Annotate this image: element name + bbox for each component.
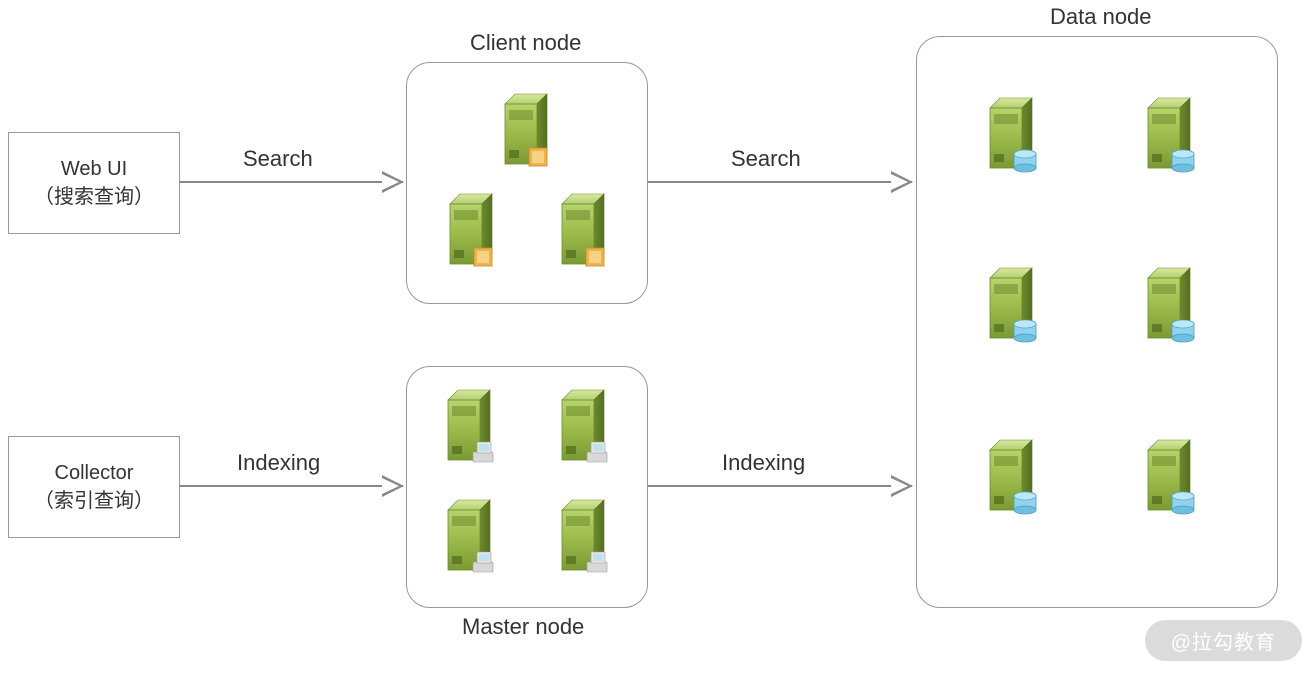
server-master-icon [438,498,500,578]
web-ui-title: Web UI [61,155,127,183]
arrow-search-2-label: Search [731,146,801,172]
web-ui-subtitle: （搜索查询） [34,183,154,211]
arrow-search-1-label: Search [243,146,313,172]
client-node-label: Client node [470,30,581,56]
server-master-icon [438,388,500,468]
collector-box: Collector （索引查询） [8,436,180,538]
watermark: @拉勾教育 [1145,620,1302,661]
server-client-icon [552,192,614,272]
server-master-icon [552,498,614,578]
arrow-search-1 [179,181,403,183]
server-data-icon [1138,438,1200,518]
server-data-icon [980,266,1042,346]
server-data-icon [1138,96,1200,176]
arrow-indexing-1-label: Indexing [237,450,320,476]
collector-subtitle: （索引查询） [34,487,154,515]
collector-title: Collector [55,459,134,487]
data-node [916,36,1278,608]
server-client-icon [495,92,557,172]
arrow-indexing-1 [179,485,403,487]
arrow-indexing-2 [648,485,912,487]
server-data-icon [1138,266,1200,346]
server-data-icon [980,96,1042,176]
data-node-label: Data node [1050,4,1152,30]
server-master-icon [552,388,614,468]
server-data-icon [980,438,1042,518]
server-client-icon [440,192,502,272]
arrow-search-2 [648,181,912,183]
web-ui-box: Web UI （搜索查询） [8,132,180,234]
arrow-indexing-2-label: Indexing [722,450,805,476]
master-node-label: Master node [462,614,584,640]
